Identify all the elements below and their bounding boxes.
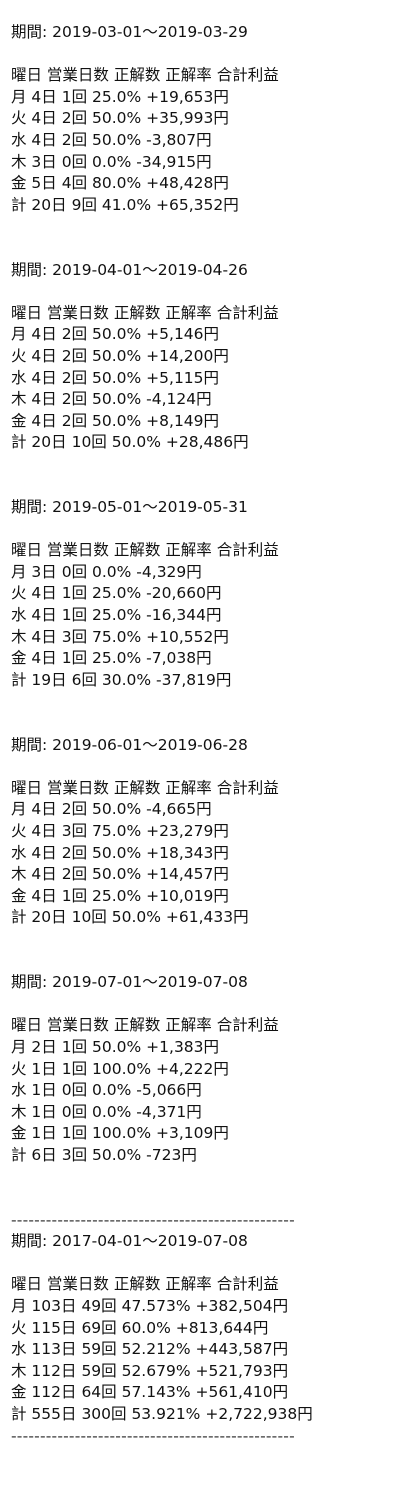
table-row: 木 112日 59回 52.679% +521,793円 <box>11 1361 289 1380</box>
total-row: 計 19日 6回 30.0% -37,819円 <box>11 670 232 689</box>
table-row: 火 115日 69回 60.0% +813,644円 <box>11 1318 269 1337</box>
table-row: 木 3日 0回 0.0% -34,915円 <box>11 152 212 171</box>
total-row: 計 20日 9回 41.0% +65,352円 <box>11 195 239 214</box>
period-range: 2019-07-01〜2019-07-08 <box>52 973 248 992</box>
table-row: 水 4日 2回 50.0% -3,807円 <box>11 130 212 149</box>
period-label: 期間: <box>11 498 53 517</box>
period-label: 期間: <box>11 735 53 754</box>
period-label: 期間: <box>11 23 53 41</box>
table-row: 火 4日 1回 25.0% -20,660円 <box>11 584 222 603</box>
period-range: 2019-03-01〜2019-03-29 <box>52 23 248 41</box>
period-line: 期間: 2019-06-01〜2019-06-28 <box>11 735 400 757</box>
table-row: 木 4日 2回 50.0% -4,124円 <box>11 390 212 409</box>
table-header: 曜日 営業日数 正解数 正解率 合計利益 <box>11 778 279 797</box>
table-header: 曜日 営業日数 正解数 正解率 合計利益 <box>11 1016 279 1035</box>
table-row: 金 112日 64回 57.143% +561,410円 <box>11 1383 289 1402</box>
separator-line: ----------------------------------------… <box>11 1210 295 1229</box>
table-row: 木 1日 0回 0.0% -4,371円 <box>11 1102 202 1121</box>
period-label: 期間: <box>11 1232 53 1251</box>
table-row: 水 113日 59回 52.212% +443,587円 <box>11 1340 289 1359</box>
period-label: 期間: <box>11 973 53 992</box>
table-row: 火 4日 2回 50.0% +14,200円 <box>11 346 229 365</box>
table-row: 火 4日 3回 75.0% +23,279円 <box>11 821 229 840</box>
table-header: 曜日 営業日数 正解数 正解率 合計利益 <box>11 66 279 85</box>
table-row: 月 3日 0回 0.0% -4,329円 <box>11 562 202 581</box>
table-row: 水 1日 0回 0.0% -5,066円 <box>11 1081 202 1100</box>
period-line: 期間: 2019-04-01〜2019-04-26 <box>11 260 400 282</box>
table-row: 木 4日 2回 50.0% +14,457円 <box>11 865 229 884</box>
table-row: 火 1日 1回 100.0% +4,222円 <box>11 1059 229 1078</box>
table-row: 水 4日 1回 25.0% -16,344円 <box>11 606 222 625</box>
period-range: 2019-05-01〜2019-05-31 <box>52 498 248 517</box>
table-row: 木 4日 3回 75.0% +10,552円 <box>11 627 229 646</box>
table-row: 金 5日 4回 80.0% +48,428円 <box>11 174 229 193</box>
table-row: 月 103日 49回 47.573% +382,504円 <box>11 1297 289 1316</box>
table-row: 金 4日 1回 25.0% -7,038円 <box>11 649 212 668</box>
total-row: 計 555日 300回 53.921% +2,722,938円 <box>11 1405 313 1423</box>
table-row: 月 4日 2回 50.0% -4,665円 <box>11 800 212 819</box>
total-row: 計 6日 3回 50.0% -723円 <box>11 1145 197 1164</box>
table-row: 月 4日 1回 25.0% +19,653円 <box>11 87 229 106</box>
table-row: 水 4日 2回 50.0% +5,115円 <box>11 368 220 387</box>
table-row: 水 4日 2回 50.0% +18,343円 <box>11 843 229 862</box>
period-line: 期間: 2019-07-01〜2019-07-08 <box>11 972 400 994</box>
table-row: 金 1日 1回 100.0% +3,109円 <box>11 1124 229 1143</box>
table-row: 月 4日 2回 50.0% +5,146円 <box>11 325 220 344</box>
table-header: 曜日 営業日数 正解数 正解率 合計利益 <box>11 541 279 560</box>
table-header: 曜日 営業日数 正解数 正解率 合計利益 <box>11 1275 279 1294</box>
period-range: 2019-06-01〜2019-06-28 <box>52 735 248 754</box>
total-row: 計 20日 10回 50.0% +28,486円 <box>11 433 249 452</box>
table-row: 火 4日 2回 50.0% +35,993円 <box>11 109 229 128</box>
total-row: 計 20日 10回 50.0% +61,433円 <box>11 908 249 927</box>
table-row: 金 4日 2回 50.0% +8,149円 <box>11 411 220 430</box>
period-line: 期間: 2019-03-01〜2019-03-29 <box>11 22 400 44</box>
period-range: 2017-04-01〜2019-07-08 <box>52 1232 248 1251</box>
table-row: 月 2日 1回 50.0% +1,383円 <box>11 1037 220 1056</box>
results-document: 期間: 2019-03-01〜2019-03-29 曜日 営業日数 正解数 正解率… <box>0 0 400 1447</box>
period-line: 期間: 2019-05-01〜2019-05-31 <box>11 497 400 519</box>
table-header: 曜日 営業日数 正解数 正解率 合計利益 <box>11 303 279 322</box>
period-line: 期間: 2017-04-01〜2019-07-08 <box>11 1231 400 1253</box>
table-row: 金 4日 1回 25.0% +10,019円 <box>11 886 229 905</box>
period-range: 2019-04-01〜2019-04-26 <box>52 260 248 279</box>
period-label: 期間: <box>11 260 53 279</box>
separator-line: ----------------------------------------… <box>11 1426 295 1445</box>
